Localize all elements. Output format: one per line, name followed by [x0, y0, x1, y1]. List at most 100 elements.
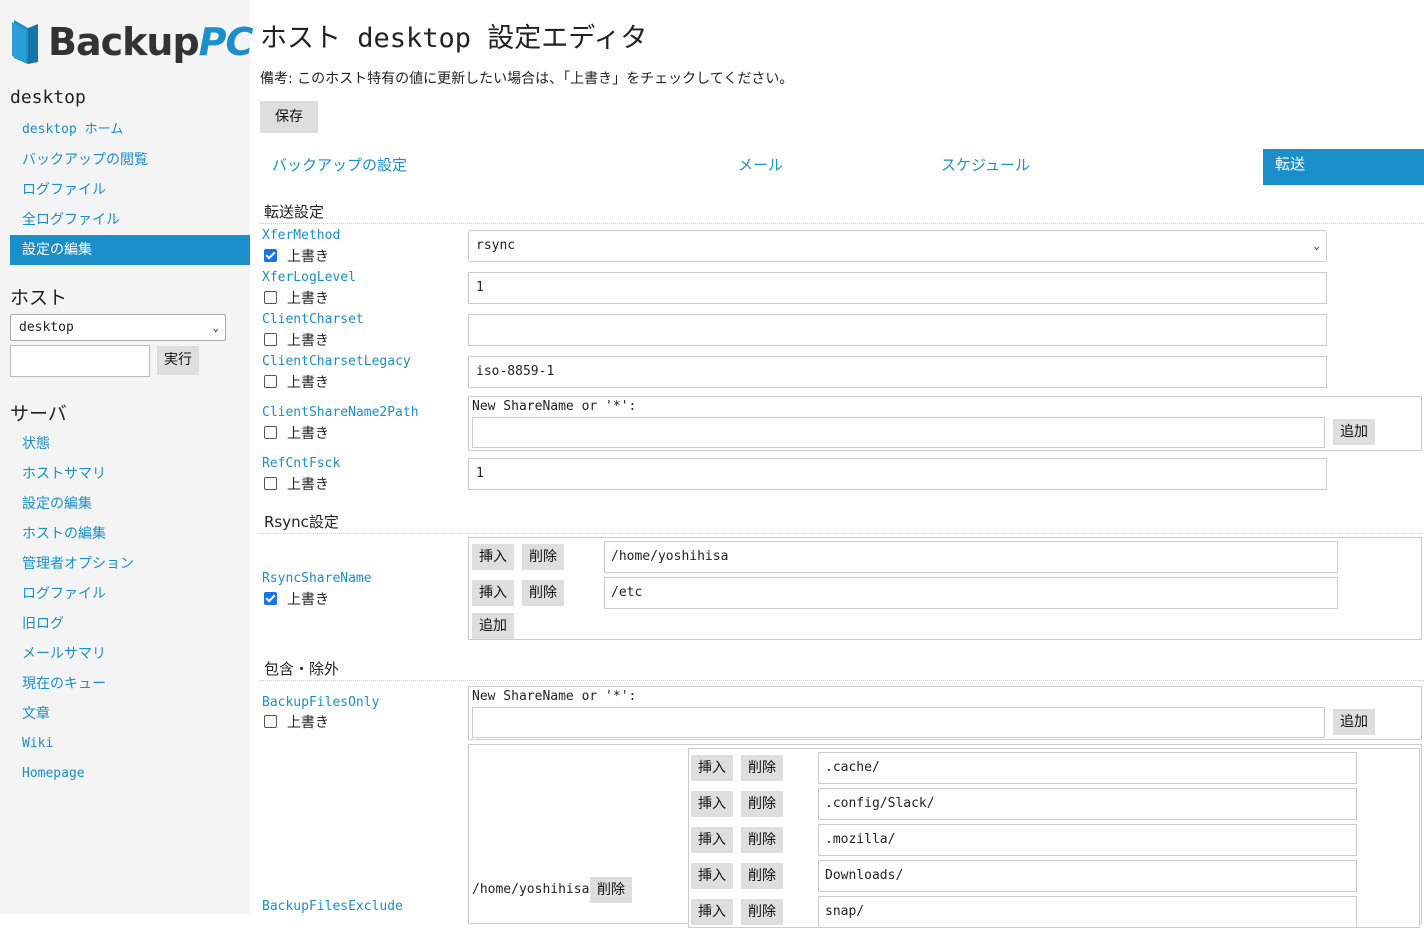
divider — [260, 223, 1424, 224]
sidebar-item-email-summary[interactable]: メールサマリ — [10, 639, 250, 669]
exclude-value[interactable]: snap/ — [818, 896, 1357, 928]
param-clientsharename2path[interactable]: ClientShareName2Path — [262, 405, 419, 420]
sidebar-item-status[interactable]: 状態 — [10, 429, 250, 459]
exclude-value[interactable]: Downloads/ — [818, 860, 1357, 892]
tab-xfer[interactable]: 転送 — [1263, 149, 1424, 185]
xfermethod-select[interactable]: rsync ⌄ — [468, 230, 1327, 262]
override-note: 備考: このホスト特有の値に更新したい場合は、「上書き」をチェックしてください。 — [260, 71, 794, 87]
sidebar-item-edit-hosts[interactable]: ホストの編集 — [10, 519, 250, 549]
checkbox[interactable] — [264, 291, 277, 304]
param-rsyncsharename[interactable]: RsyncShareName — [262, 571, 372, 586]
checkbox[interactable] — [264, 333, 277, 346]
xferloglevel-input[interactable]: 1 — [468, 272, 1327, 304]
param-backupfilesexclude[interactable]: BackupFilesExclude — [262, 899, 403, 914]
sidebar-item-host-home[interactable]: desktop ホーム — [10, 115, 250, 145]
clientcharset-input[interactable] — [468, 314, 1327, 346]
delete-button[interactable]: 削除 — [741, 755, 783, 781]
override-clientsharename2path[interactable]: 上書き — [264, 423, 329, 443]
sidebar-item-server-log[interactable]: ログファイル — [10, 579, 250, 609]
checkbox[interactable] — [264, 375, 277, 388]
sidebar-item-old-logs[interactable]: 旧ログ — [10, 609, 250, 639]
page-title: ホスト desktop 設定エディタ — [260, 23, 648, 54]
server-heading: サーバ — [10, 403, 67, 425]
chevron-down-icon: ⌄ — [212, 321, 219, 334]
sidebar-item-homepage[interactable]: Homepage — [10, 759, 250, 789]
sidebar: BackupPC desktop desktop ホーム バックアップの閲覧 ロ… — [0, 0, 253, 914]
delete-button[interactable]: 削除 — [741, 791, 783, 817]
param-backupfilesonly[interactable]: BackupFilesOnly — [262, 695, 379, 710]
insert-button[interactable]: 挿入 — [691, 827, 733, 853]
divider — [260, 680, 1424, 681]
insert-button[interactable]: 挿入 — [691, 899, 733, 925]
host-select-value: desktop — [19, 320, 74, 335]
rsyncsharename-list: 挿入 削除 /home/yoshihisa 挿入 削除 /etc 追加 — [468, 537, 1422, 640]
new-share-label: New ShareName or '*': — [472, 399, 637, 414]
override-clientcharset[interactable]: 上書き — [264, 330, 329, 350]
rsyncsharename-value[interactable]: /home/yoshihisa — [604, 541, 1338, 573]
param-xfermethod[interactable]: XferMethod — [262, 228, 340, 243]
backupfilesonly-box: New ShareName or '*': 追加 — [468, 686, 1422, 740]
param-refcntfsck[interactable]: RefCntFsck — [262, 456, 340, 471]
override-xferloglevel[interactable]: 上書き — [264, 288, 329, 308]
delete-button[interactable]: 削除 — [741, 899, 783, 925]
insert-button[interactable]: 挿入 — [472, 544, 514, 570]
backupfilesexclude-box: /home/yoshihisa 削除 挿入 削除 .cache/ 挿入 削除 .… — [468, 744, 1422, 928]
override-rsyncsharename[interactable]: 上書き — [264, 589, 329, 609]
host-search-input[interactable] — [10, 345, 150, 377]
section-xfer-heading: 転送設定 — [264, 203, 325, 221]
insert-button[interactable]: 挿入 — [691, 863, 733, 889]
insert-button[interactable]: 挿入 — [691, 755, 733, 781]
rsyncsharename-value[interactable]: /etc — [604, 577, 1338, 609]
param-xferloglevel[interactable]: XferLogLevel — [262, 270, 356, 285]
override-refcntfsck[interactable]: 上書き — [264, 474, 329, 494]
clientcharsetlegacy-input[interactable]: iso-8859-1 — [468, 356, 1327, 388]
insert-button[interactable]: 挿入 — [472, 580, 514, 606]
insert-button[interactable]: 挿入 — [691, 791, 733, 817]
sidebar-item-browse-backups[interactable]: バックアップの閲覧 — [10, 145, 250, 175]
new-share-input[interactable] — [472, 417, 1325, 448]
delete-button[interactable]: 削除 — [522, 544, 564, 570]
override-backupfilesonly[interactable]: 上書き — [264, 712, 329, 732]
go-button[interactable]: 実行 — [157, 346, 199, 375]
clientsharename2path-box: New ShareName or '*': 追加 — [468, 396, 1422, 451]
tab-email[interactable]: メール — [738, 154, 783, 188]
add-button[interactable]: 追加 — [1333, 419, 1375, 445]
host-select[interactable]: desktop ⌄ — [10, 314, 226, 341]
host-heading: desktop — [10, 87, 86, 108]
tab-schedule[interactable]: スケジュール — [941, 154, 1030, 188]
add-button[interactable]: 追加 — [472, 613, 514, 639]
param-clientcharset[interactable]: ClientCharset — [262, 312, 364, 327]
exclude-share-name: /home/yoshihisa — [472, 882, 590, 897]
delete-button[interactable]: 削除 — [741, 863, 783, 889]
exclude-value[interactable]: .cache/ — [818, 752, 1357, 784]
checkbox-checked[interactable] — [264, 249, 277, 262]
sidebar-item-edit-config[interactable]: 設定の編集 — [10, 235, 250, 265]
delete-share-button[interactable]: 削除 — [590, 877, 632, 903]
checkbox[interactable] — [264, 477, 277, 490]
sidebar-item-host-summary[interactable]: ホストサマリ — [10, 459, 250, 489]
section-rsync-heading: Rsync設定 — [264, 513, 339, 531]
add-button[interactable]: 追加 — [1333, 709, 1375, 735]
exclude-value[interactable]: .config/Slack/ — [818, 788, 1357, 820]
exclude-value[interactable]: .mozilla/ — [818, 824, 1357, 856]
sidebar-item-documentation[interactable]: 文章 — [10, 699, 250, 729]
new-share-input[interactable] — [472, 707, 1325, 738]
sidebar-item-server-config[interactable]: 設定の編集 — [10, 489, 250, 519]
sidebar-item-all-logs[interactable]: 全ログファイル — [10, 205, 250, 235]
sidebar-item-current-queue[interactable]: 現在のキュー — [10, 669, 250, 699]
param-clientcharsetlegacy[interactable]: ClientCharsetLegacy — [262, 354, 411, 369]
override-clientcharsetlegacy[interactable]: 上書き — [264, 372, 329, 392]
refcntfsck-input[interactable]: 1 — [468, 458, 1327, 490]
delete-button[interactable]: 削除 — [741, 827, 783, 853]
checkbox-checked[interactable] — [264, 592, 277, 605]
tab-backup-settings[interactable]: バックアップの設定 — [272, 154, 407, 188]
delete-button[interactable]: 削除 — [522, 580, 564, 606]
sidebar-item-admin-options[interactable]: 管理者オプション — [10, 549, 250, 579]
save-button[interactable]: 保存 — [260, 101, 318, 133]
checkbox[interactable] — [264, 426, 277, 439]
override-xfermethod[interactable]: 上書き — [264, 246, 329, 266]
sidebar-item-wiki[interactable]: Wiki — [10, 729, 250, 759]
sidebar-item-log-file[interactable]: ログファイル — [10, 175, 250, 205]
checkbox[interactable] — [264, 715, 277, 728]
hosts-heading: ホスト — [10, 287, 68, 309]
